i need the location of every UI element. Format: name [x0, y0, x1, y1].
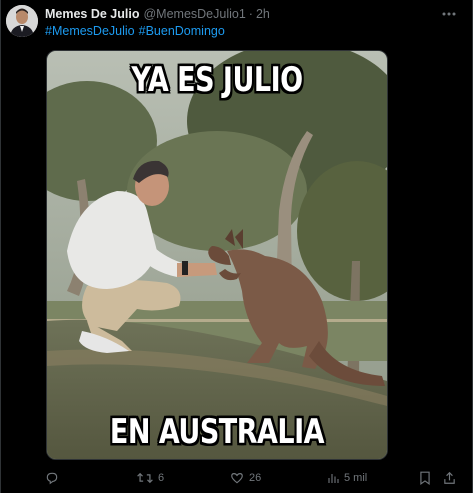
more-icon — [442, 12, 456, 16]
retweet-button[interactable]: 6 — [137, 468, 164, 488]
tweet-header: Memes De Julio @MemesDeJulio1 · 2h — [45, 6, 270, 22]
tweet[interactable]: Memes De Julio @MemesDeJulio1 · 2h #MemesDe… — [0, 0, 473, 493]
tweet-actions: 6 26 5 mil — [45, 468, 455, 488]
reply-icon — [46, 472, 58, 485]
views-count: 5 mil — [344, 472, 368, 484]
reply-button[interactable] — [45, 468, 64, 488]
meme-photo — [47, 51, 387, 459]
bookmark-button[interactable] — [419, 468, 431, 488]
user-handle[interactable]: @MemesDeJulio1 — [143, 7, 245, 21]
retweet-icon — [137, 472, 153, 484]
meme-bottom-caption: EN AUSTRALIA — [109, 413, 325, 452]
meme-top-caption: YA ES JULIO — [131, 61, 303, 100]
retweet-count: 6 — [158, 472, 165, 484]
views-button[interactable]: 5 mil — [327, 468, 367, 488]
share-icon — [444, 471, 455, 484]
views-icon — [328, 474, 339, 483]
display-name[interactable]: Memes De Julio — [45, 7, 139, 21]
separator-dot: · — [248, 7, 253, 21]
like-button[interactable]: 26 — [230, 468, 261, 488]
bookmark-icon — [420, 471, 430, 485]
more-options-button[interactable] — [440, 6, 458, 22]
like-count: 26 — [249, 472, 262, 484]
timestamp[interactable]: 2h — [256, 7, 270, 21]
tweet-media-image[interactable]: YA ES JULIO EN AUSTRALIA — [46, 50, 388, 460]
hashtag-link[interactable]: #MemesDeJulio — [45, 24, 135, 38]
tweet-text: #MemesDeJulio #BuenDomingo — [45, 23, 229, 39]
avatar[interactable] — [6, 5, 38, 37]
hashtag-link[interactable]: #BuenDomingo — [139, 24, 225, 38]
heart-icon — [231, 473, 243, 484]
share-button[interactable] — [443, 468, 456, 488]
